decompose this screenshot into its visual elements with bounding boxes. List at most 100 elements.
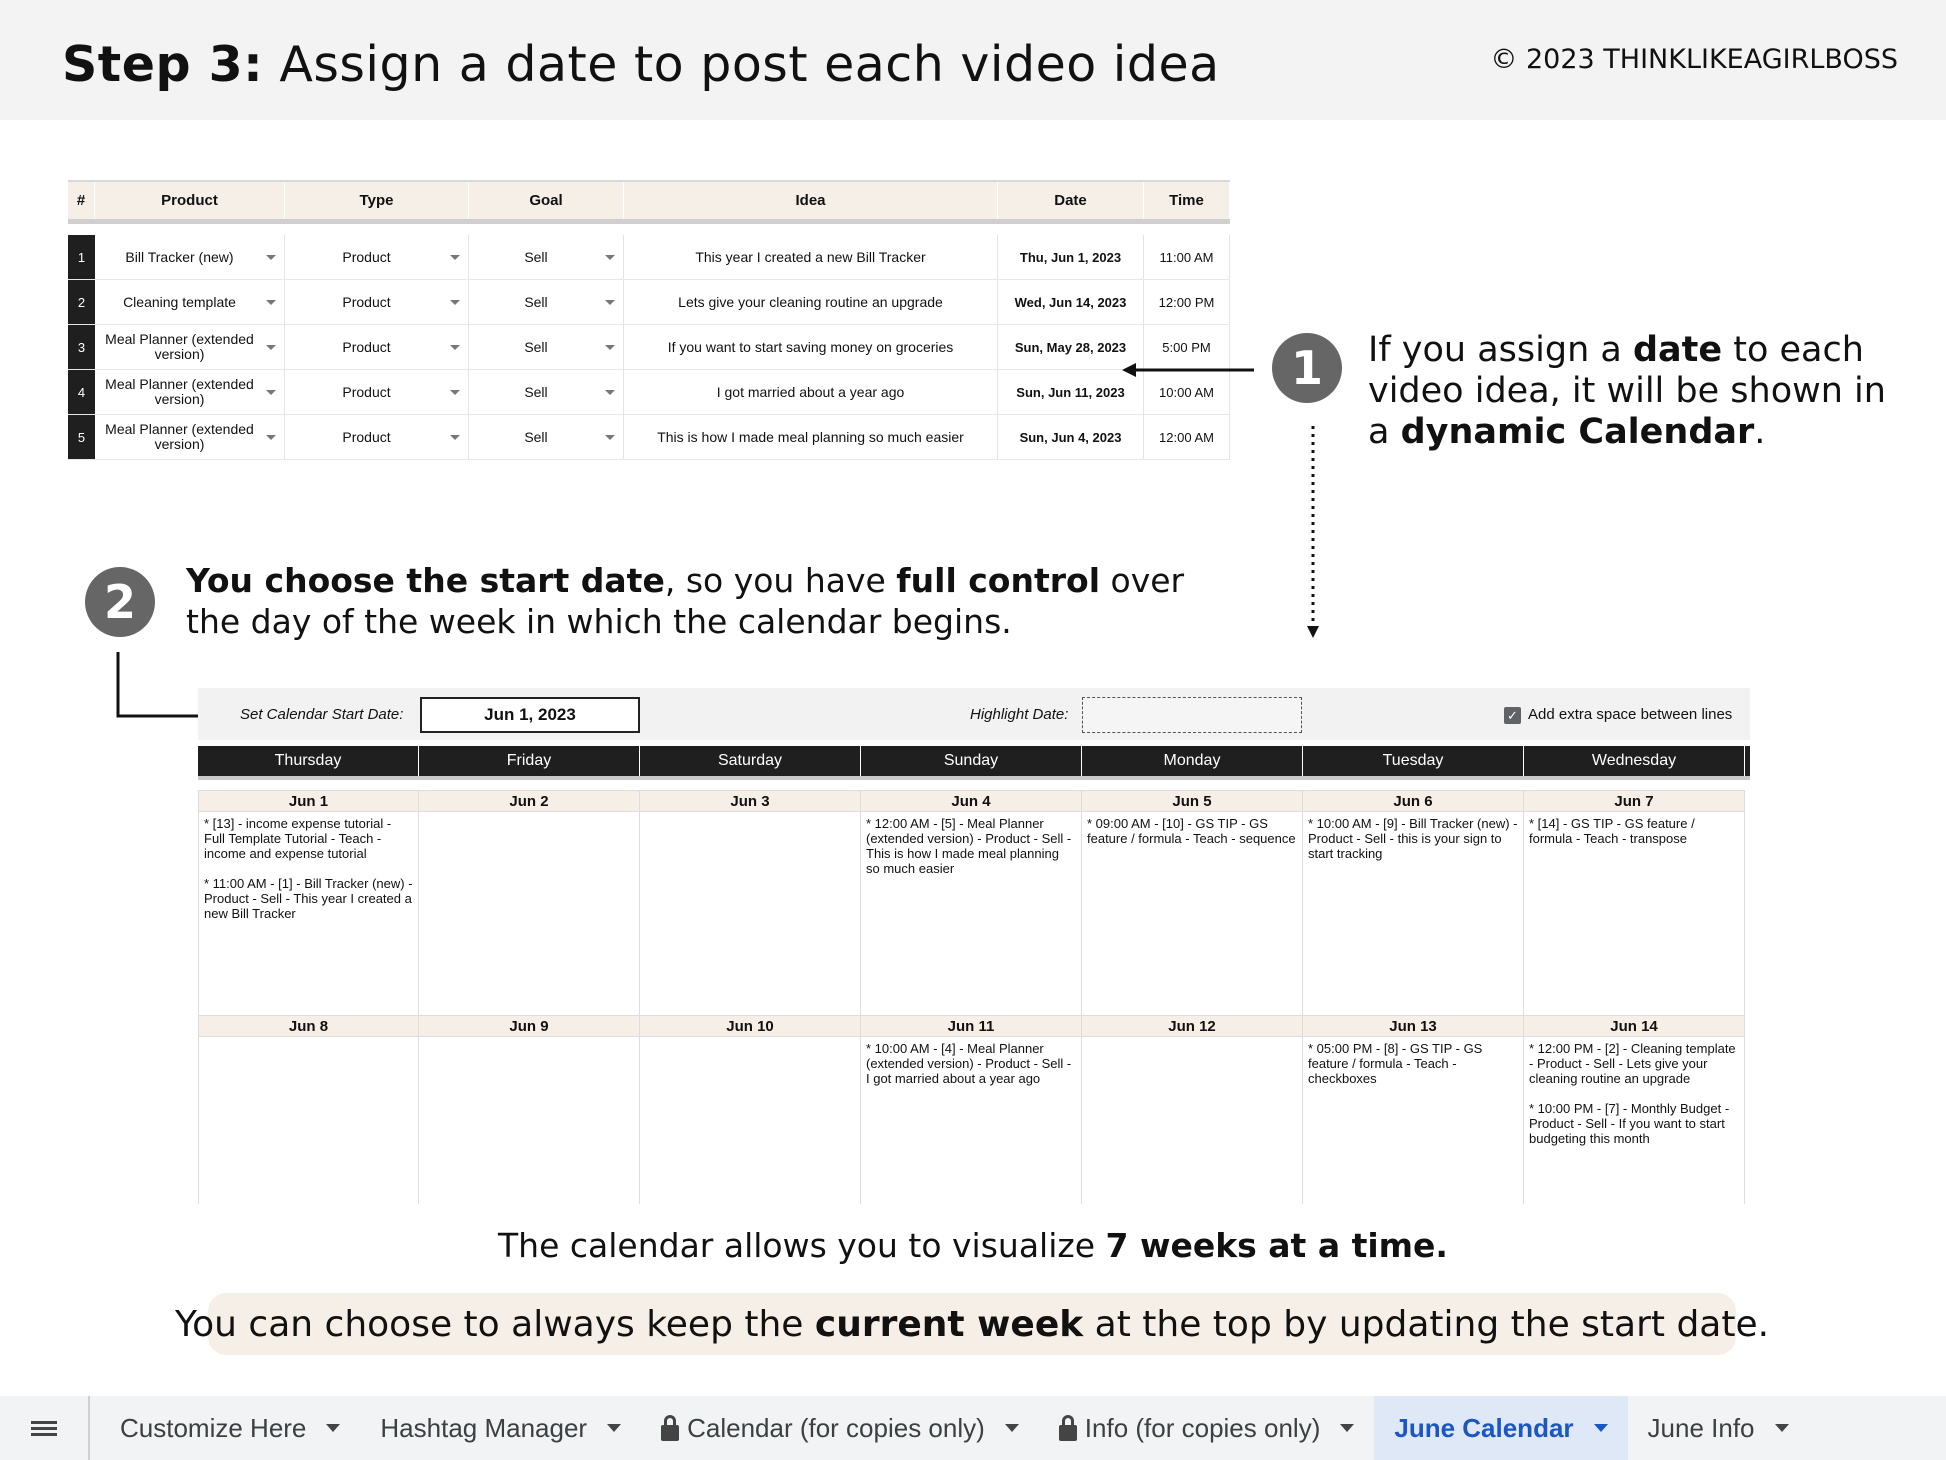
table-header-row: # Product Type Goal Idea Date Time	[68, 180, 1230, 224]
product-dropdown[interactable]: Meal Planner (extended version)	[95, 370, 285, 414]
col-header-goal: Goal	[469, 182, 624, 219]
goal-dropdown[interactable]: Sell	[469, 415, 624, 459]
goal-dropdown[interactable]: Sell	[469, 325, 624, 369]
highlight-date-label: Highlight Date:	[970, 706, 1069, 723]
extra-space-checkbox[interactable]: ✓	[1504, 707, 1521, 724]
idea-cell[interactable]: Lets give your cleaning routine an upgra…	[624, 280, 998, 324]
type-dropdown[interactable]: Product	[285, 235, 469, 279]
dropdown-arrow-icon[interactable]	[450, 300, 460, 305]
tip-banner: You can choose to always keep the curren…	[175, 1293, 1769, 1355]
sheet-tab-label: Calendar (for copies only)	[687, 1412, 985, 1443]
calendar-event: * 10:00 PM - [7] - Monthly Budget - Prod…	[1529, 1101, 1730, 1146]
sheet-tab[interactable]: Hashtag Manager	[360, 1396, 641, 1460]
sheet-tab[interactable]: Calendar (for copies only)	[641, 1396, 1039, 1460]
calendar-day: Jun 1 * [13] - income expense tutorial - …	[198, 790, 419, 1015]
day-date: Jun 5	[1082, 790, 1302, 812]
start-date-input[interactable]: Jun 1, 2023	[420, 697, 640, 733]
weekday-header: Monday	[1082, 746, 1303, 776]
row-number: 3	[68, 325, 95, 369]
day-events	[199, 1037, 418, 1204]
chevron-down-icon[interactable]	[1004, 1424, 1019, 1432]
day-events: * 09:00 AM - [10] - GS TIP - GS feature …	[1082, 812, 1302, 1015]
chevron-down-icon[interactable]	[1340, 1424, 1355, 1432]
chevron-down-icon[interactable]	[1593, 1424, 1608, 1432]
dropdown-arrow-icon[interactable]	[450, 255, 460, 260]
time-cell[interactable]: 12:00 PM	[1144, 280, 1230, 324]
extra-space-label: Add extra space between lines	[1528, 706, 1733, 723]
date-cell[interactable]: Thu, Jun 1, 2023	[998, 235, 1144, 279]
product-dropdown[interactable]: Meal Planner (extended version)	[95, 415, 285, 459]
dropdown-arrow-icon[interactable]	[450, 345, 460, 350]
highlight-date-input[interactable]	[1082, 697, 1302, 733]
goal-dropdown[interactable]: Sell	[469, 280, 624, 324]
type-value: Product	[342, 428, 391, 445]
type-dropdown[interactable]: Product	[285, 415, 469, 459]
date-cell[interactable]: Wed, Jun 14, 2023	[998, 280, 1144, 324]
product-dropdown[interactable]: Bill Tracker (new)	[95, 235, 285, 279]
table-row: 4 Meal Planner (extended version) Product S…	[68, 370, 1230, 415]
type-value: Product	[342, 383, 391, 400]
day-date: Jun 2	[419, 790, 639, 812]
idea-cell[interactable]: I got married about a year ago	[624, 370, 998, 414]
day-date: Jun 13	[1303, 1015, 1523, 1037]
idea-cell[interactable]: This is how I made meal planning so much…	[624, 415, 998, 459]
day-date: Jun 10	[640, 1015, 860, 1037]
calendar-event: * 10:00 AM - [9] - Bill Tracker (new) - …	[1308, 816, 1518, 861]
sheet-tab-label: June Calendar	[1394, 1412, 1574, 1443]
chevron-down-icon[interactable]	[607, 1424, 622, 1432]
day-date: Jun 6	[1303, 790, 1523, 812]
sheet-tab[interactable]: June Calendar	[1374, 1396, 1628, 1460]
time-cell[interactable]: 11:00 AM	[1144, 235, 1230, 279]
dropdown-arrow-icon[interactable]	[605, 390, 615, 395]
calendar-event: * 05:00 PM - [8] - GS TIP - GS feature /…	[1308, 1041, 1483, 1086]
calendar-controls: Set Calendar Start Date: Jun 1, 2023 Hig…	[198, 688, 1750, 740]
col-header-product: Product	[95, 182, 285, 219]
chevron-down-icon[interactable]	[1774, 1424, 1789, 1432]
calendar-day: Jun 10	[640, 1015, 861, 1204]
calendar-day: Jun 9	[419, 1015, 640, 1204]
day-date: Jun 7	[1524, 790, 1744, 812]
day-events: * 12:00 AM - [5] - Meal Planner (extende…	[861, 812, 1081, 1015]
sheet-tab[interactable]: June Info	[1628, 1396, 1809, 1460]
dropdown-arrow-icon[interactable]	[450, 435, 460, 440]
dropdown-arrow-icon[interactable]	[605, 255, 615, 260]
dropdown-arrow-icon[interactable]	[605, 435, 615, 440]
sheet-tab[interactable]: Info (for copies only)	[1039, 1396, 1375, 1460]
weekday-header: Wednesday	[1524, 746, 1745, 776]
dropdown-arrow-icon[interactable]	[266, 300, 276, 305]
weekday-header: Sunday	[861, 746, 1082, 776]
product-value: Meal Planner (extended version)	[105, 421, 254, 452]
dropdown-arrow-icon[interactable]	[266, 255, 276, 260]
dropdown-arrow-icon[interactable]	[266, 390, 276, 395]
type-value: Product	[342, 338, 391, 355]
idea-cell[interactable]: If you want to start saving money on gro…	[624, 325, 998, 369]
goal-value: Sell	[524, 293, 548, 310]
all-sheets-menu-icon[interactable]	[0, 1396, 90, 1460]
calendar-day: Jun 4 * 12:00 AM - [5] - Meal Planner (ex…	[861, 790, 1082, 1015]
idea-cell[interactable]: This year I created a new Bill Tracker	[624, 235, 998, 279]
product-dropdown[interactable]: Meal Planner (extended version)	[95, 325, 285, 369]
dropdown-arrow-icon[interactable]	[605, 300, 615, 305]
table-body: 1 Bill Tracker (new) Product Sell This year …	[68, 235, 1230, 460]
dropdown-arrow-icon[interactable]	[266, 345, 276, 350]
callout-1-text: If you assign a date to each video idea,…	[1368, 330, 1886, 452]
calendar-day: Jun 2	[419, 790, 640, 1015]
calendar-event: * [14] - GS TIP - GS feature / formula -…	[1529, 816, 1695, 846]
type-dropdown[interactable]: Product	[285, 280, 469, 324]
product-dropdown[interactable]: Cleaning template	[95, 280, 285, 324]
dropdown-arrow-icon[interactable]	[450, 390, 460, 395]
dynamic-calendar: Set Calendar Start Date: Jun 1, 2023 Hig…	[198, 688, 1750, 1204]
day-date: Jun 3	[640, 790, 860, 812]
goal-dropdown[interactable]: Sell	[469, 370, 624, 414]
chevron-down-icon[interactable]	[326, 1424, 341, 1432]
type-value: Product	[342, 248, 391, 265]
sheet-tab[interactable]: Customize Here	[100, 1396, 360, 1460]
goal-dropdown[interactable]: Sell	[469, 235, 624, 279]
type-dropdown[interactable]: Product	[285, 370, 469, 414]
col-header-idea: Idea	[624, 182, 998, 219]
day-events	[640, 1037, 860, 1204]
dropdown-arrow-icon[interactable]	[266, 435, 276, 440]
calendar-event: * 10:00 AM - [4] - Meal Planner (extende…	[866, 1041, 1072, 1086]
type-dropdown[interactable]: Product	[285, 325, 469, 369]
dropdown-arrow-icon[interactable]	[605, 345, 615, 350]
